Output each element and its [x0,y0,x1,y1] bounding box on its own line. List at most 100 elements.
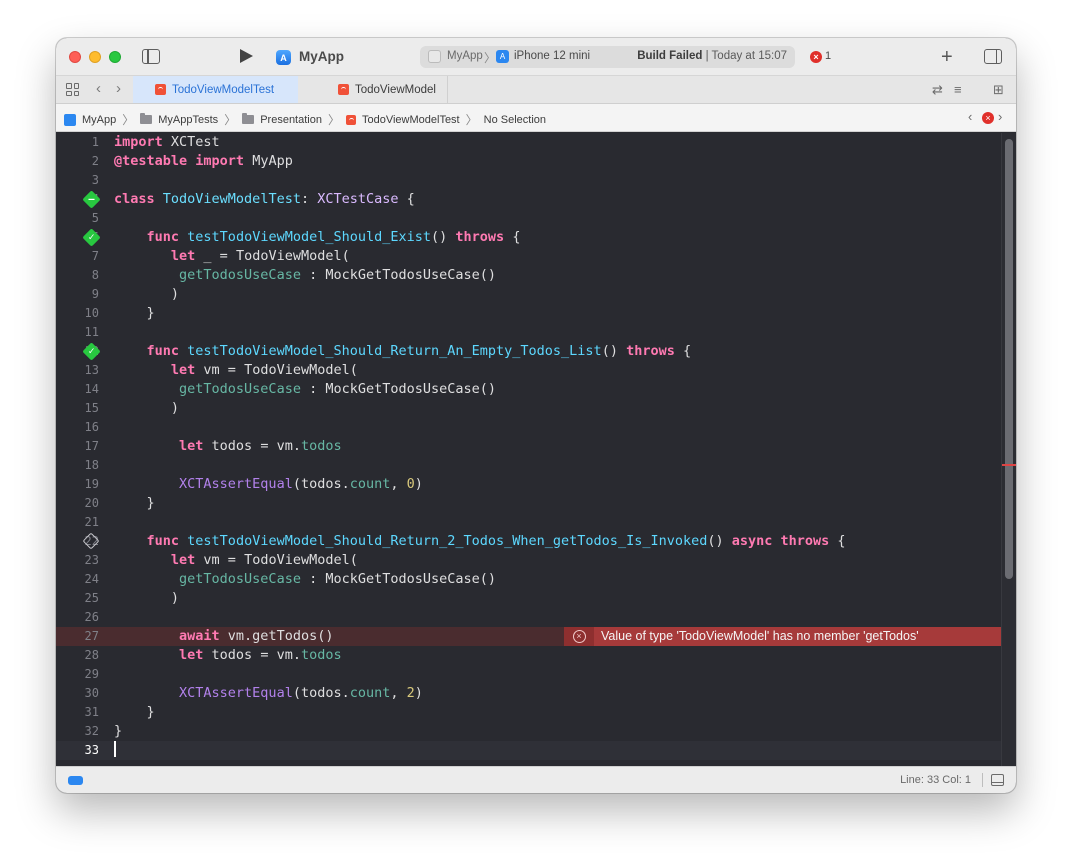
destination-selector[interactable]: iPhone 12 mini [514,50,590,62]
code-text[interactable]: @testable import MyApp [114,152,293,171]
code-line[interactable]: 18 [56,456,1001,475]
issue-error-icon[interactable]: × [982,112,994,124]
code-text[interactable]: let todos = vm.todos [114,646,342,665]
line-number[interactable]: 28 [56,646,99,665]
line-number[interactable]: 26 [56,608,99,627]
navigator-toggle-icon[interactable] [142,49,160,64]
code-text[interactable]: XCTAssertEqual(todos.count, 0) [114,475,423,494]
editor-scrollbar[interactable] [1001,133,1016,766]
code-text[interactable]: await vm.getTodos() [114,627,333,646]
line-number[interactable]: 10 [56,304,99,323]
code-text[interactable]: } [114,494,155,513]
code-line[interactable]: 8 getTodosUseCase : MockGetTodosUseCase(… [56,266,1001,285]
previous-issue-chevron-icon[interactable]: ‹ [968,109,972,124]
code-line[interactable]: 3 [56,171,1001,190]
line-number[interactable]: 21 [56,513,99,532]
line-number[interactable]: 19 [56,475,99,494]
tab-todoviewmodeltest[interactable]: TodoViewModelTest [133,76,298,103]
code-text[interactable]: class TodoViewModelTest: XCTestCase { [114,190,415,209]
scroll-thumb[interactable] [1005,139,1013,579]
code-line[interactable]: 25 ) [56,589,1001,608]
line-number[interactable]: 17 [56,437,99,456]
breadcrumb-item-file[interactable]: TodoViewModelTest [345,114,460,126]
line-number[interactable]: 1 [56,133,99,152]
code-text[interactable]: getTodosUseCase : MockGetTodosUseCase() [114,570,496,589]
run-button[interactable] [240,49,253,63]
code-text[interactable]: } [114,722,122,741]
code-line[interactable]: 26 [56,608,1001,627]
app-name[interactable]: MyApp [299,49,344,64]
line-number[interactable]: 25 [56,589,99,608]
code-line[interactable]: 31 } [56,703,1001,722]
scheme-selector[interactable]: MyApp [447,50,483,62]
code-text[interactable]: let _ = TodoViewModel( [114,247,350,266]
code-line[interactable]: 27 await vm.getTodos() × Value of type 'To… [56,627,1001,646]
code-line[interactable]: 13 let vm = TodoViewModel( [56,361,1001,380]
error-badge-icon[interactable]: × [810,51,822,63]
minimize-window-button[interactable] [89,51,101,63]
line-number[interactable]: 30 [56,684,99,703]
line-number[interactable]: 5 [56,209,99,228]
tab-todoviewmodel[interactable]: TodoViewModel [300,76,448,103]
code-text[interactable]: let vm = TodoViewModel( [114,551,358,570]
code-line[interactable]: 12✓ func testTodoViewModel_Should_Return… [56,342,1001,361]
code-line[interactable]: 29 [56,665,1001,684]
code-text[interactable]: let todos = vm.todos [114,437,342,456]
line-number[interactable]: 16 [56,418,99,437]
error-count[interactable]: 1 [825,50,831,62]
zoom-window-button[interactable] [109,51,121,63]
code-text[interactable]: let vm = TodoViewModel( [114,361,358,380]
breadcrumb-item-project[interactable]: MyApp [64,113,116,126]
code-text[interactable] [114,741,116,760]
code-text[interactable]: ) [114,589,179,608]
code-line[interactable]: 23 let vm = TodoViewModel( [56,551,1001,570]
breadcrumb-item-tests-group[interactable]: MyAppTests [140,113,218,126]
split-editor-icon[interactable]: ⊞ [993,82,1004,98]
code-line[interactable]: 22 func testTodoViewModel_Should_Return_… [56,532,1001,551]
code-text[interactable]: } [114,304,155,323]
line-number[interactable]: 27 [56,627,99,646]
hide-debug-area-icon[interactable] [991,774,1004,786]
breadcrumb-item-selection[interactable]: No Selection [484,114,546,126]
code-text[interactable]: func testTodoViewModel_Should_Exist() th… [114,228,521,247]
forward-chevron-icon[interactable]: › [116,80,121,97]
next-issue-chevron-icon[interactable]: › [998,109,1002,124]
line-number[interactable]: 32 [56,722,99,741]
code-line[interactable]: 17 let todos = vm.todos [56,437,1001,456]
code-line[interactable]: 10 } [56,304,1001,323]
code-review-icon[interactable]: ⇄ [932,82,943,98]
code-line[interactable]: 14 getTodosUseCase : MockGetTodosUseCase… [56,380,1001,399]
line-number[interactable]: 18 [56,456,99,475]
code-line[interactable]: 4–class TodoViewModelTest: XCTestCase { [56,190,1001,209]
code-text[interactable]: XCTAssertEqual(todos.count, 2) [114,684,423,703]
code-line[interactable]: 20 } [56,494,1001,513]
library-plus-button[interactable]: + [941,46,953,69]
code-text[interactable]: ) [114,285,179,304]
line-number[interactable]: 11 [56,323,99,342]
code-line[interactable]: 5 [56,209,1001,228]
code-text[interactable]: func testTodoViewModel_Should_Return_2_T… [114,532,846,551]
line-number[interactable]: 7 [56,247,99,266]
code-line[interactable]: 11 [56,323,1001,342]
line-number[interactable]: 23 [56,551,99,570]
code-text[interactable]: func testTodoViewModel_Should_Return_An_… [114,342,692,361]
close-window-button[interactable] [69,51,81,63]
code-line[interactable]: 30 XCTAssertEqual(todos.count, 2) [56,684,1001,703]
code-line[interactable]: 2 @testable import MyApp [56,152,1001,171]
related-items-grid-icon[interactable] [66,83,79,96]
line-number[interactable]: 20 [56,494,99,513]
code-line[interactable]: 15 ) [56,399,1001,418]
code-text[interactable]: import XCTest [114,133,220,152]
line-number[interactable]: 33 [56,741,99,760]
code-text[interactable]: ) [114,399,179,418]
line-number[interactable]: 29 [56,665,99,684]
code-line[interactable]: 9 ) [56,285,1001,304]
line-number[interactable]: 14 [56,380,99,399]
line-number[interactable]: 8 [56,266,99,285]
code-line[interactable]: 24 getTodosUseCase : MockGetTodosUseCase… [56,570,1001,589]
code-line[interactable]: 1 import XCTest [56,133,1001,152]
breadcrumb-item-presentation[interactable]: Presentation [242,113,322,126]
code-line[interactable]: 28 let todos = vm.todos [56,646,1001,665]
code-line[interactable]: 19 XCTAssertEqual(todos.count, 0) [56,475,1001,494]
code-line[interactable]: 6✓ func testTodoViewModel_Should_Exist()… [56,228,1001,247]
